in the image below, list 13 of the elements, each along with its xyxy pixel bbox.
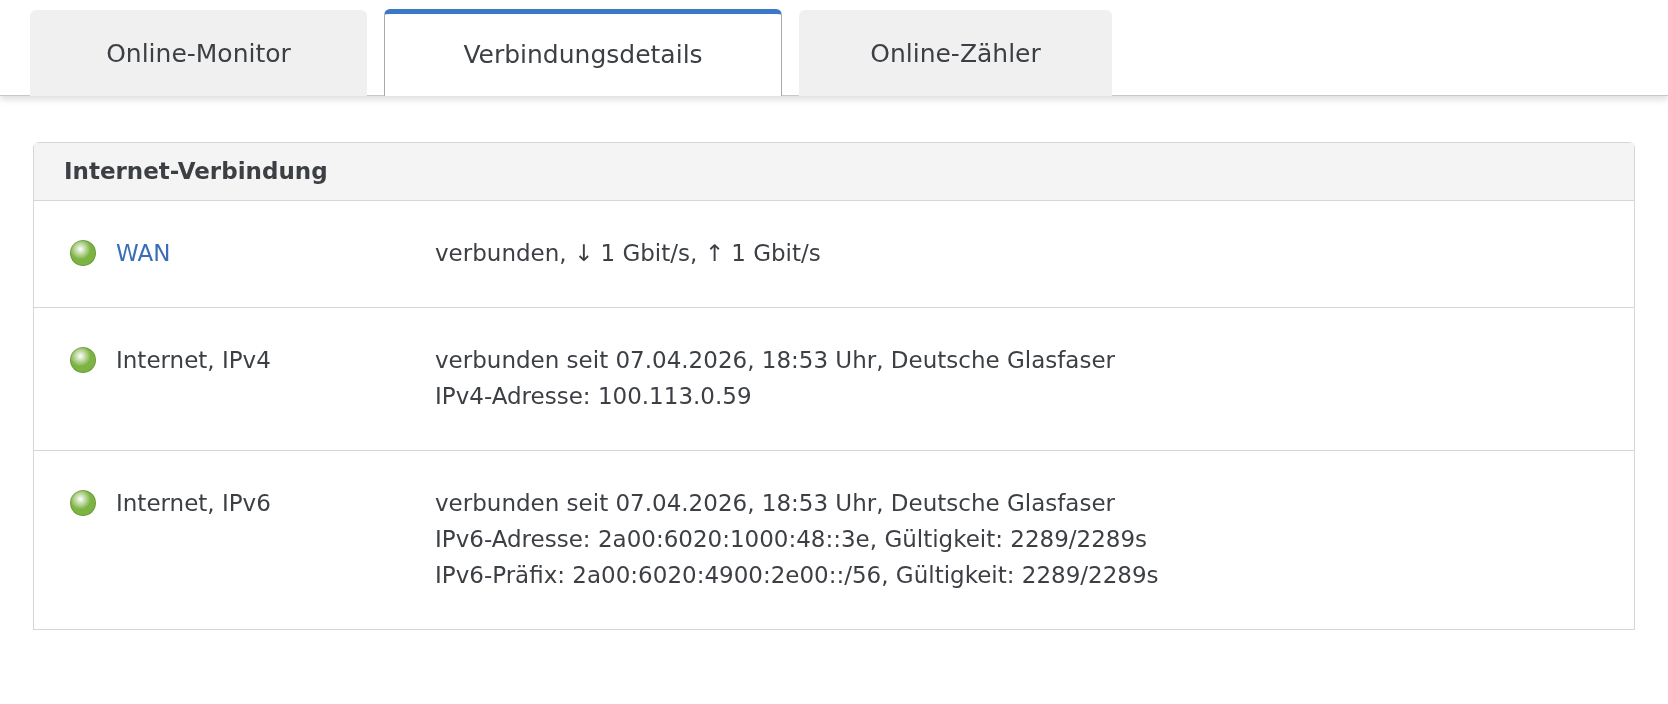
status-text: IPv4-Adresse: 100.113.0.59 xyxy=(435,382,753,411)
status-text: verbunden seit 07.04.2026, 18:53 Uhr, Deutsche Glasfaser xyxy=(435,346,1116,375)
connection-name: Internet, IPv4 xyxy=(116,346,271,375)
tab[interactable]: Online-Monitor xyxy=(30,10,367,96)
connection-name: Internet, IPv6 xyxy=(116,489,271,518)
status-text: verbunden seit 07.04.2026, 18:53 Uhr, Deutsche Glasfaser xyxy=(435,489,1117,518)
status-text: verbunden, ↓ 1 Gbit/s, ↑ 1 Gbit/s xyxy=(435,239,821,268)
tab[interactable]: Online-Zähler xyxy=(799,10,1112,96)
tab[interactable]: Verbindungsdetails xyxy=(384,9,782,96)
status-text: IPv6-Präfix: 2a00:6020:4900:2e00::/56, Gültigkeit: 2289/2289s xyxy=(435,561,1159,590)
panel-title: Internet-Verbindung xyxy=(64,157,328,187)
status-text: IPv6-Adresse: 2a00:6020:1000:48::3e, Gültigkeit: 2289/2289s xyxy=(435,525,1149,554)
connection-link[interactable]: WAN xyxy=(116,235,171,271)
